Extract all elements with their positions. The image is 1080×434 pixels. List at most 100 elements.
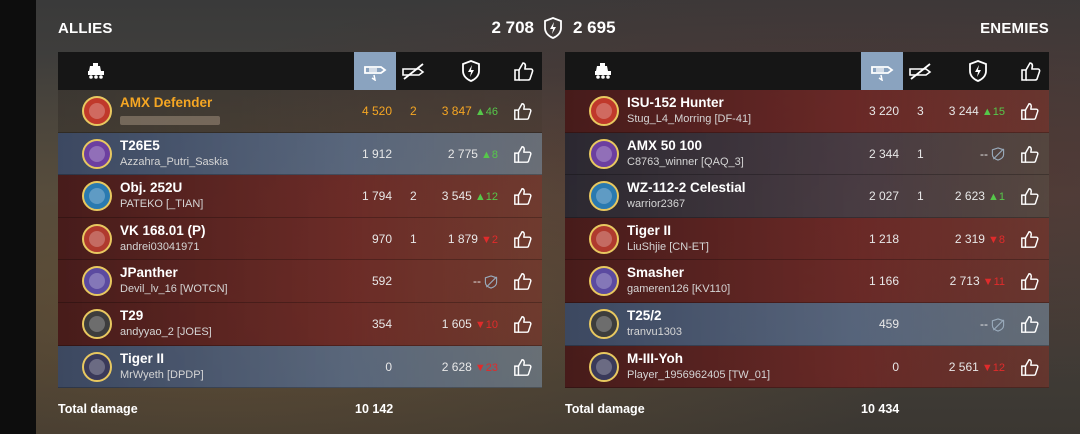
thumbs-up-icon[interactable] bbox=[513, 144, 533, 164]
rating-delta-value: 1 bbox=[998, 191, 1005, 204]
player-row[interactable]: AMX Defender 4 520 2 3 847 ▲46 bbox=[58, 90, 542, 133]
column-kills[interactable] bbox=[902, 52, 938, 90]
player-row[interactable]: T25/2 tranvu1303 459 -- bbox=[565, 302, 1049, 346]
tank-icon bbox=[88, 63, 104, 79]
player-row[interactable]: M-III-Yoh Player_1956962405 [TW_01] 0 2 561… bbox=[565, 345, 1049, 389]
rating-shield-icon bbox=[462, 60, 480, 82]
thumbs-up-icon[interactable] bbox=[1020, 101, 1040, 121]
rating-delta-value: 12 bbox=[992, 361, 1005, 374]
rating-delta-down: ▼2 bbox=[477, 233, 498, 246]
enemies-total-label: Total damage bbox=[565, 402, 645, 416]
damage-shell-icon bbox=[364, 66, 387, 81]
rating-cell: 2 775 ▲8 bbox=[448, 147, 498, 161]
thumbs-up-icon[interactable] bbox=[513, 229, 533, 249]
rating-cell: -- bbox=[473, 274, 498, 289]
rating-value: -- bbox=[980, 146, 988, 161]
rating-shield-icon bbox=[544, 17, 562, 39]
player-row[interactable]: JPanther Devil_lv_16 [WOTCN] 592 -- bbox=[58, 260, 542, 303]
player-row[interactable]: Tiger II LiuShjie [CN-ET] 1 218 2 319 ▼8 bbox=[565, 217, 1049, 261]
player-badge-icon bbox=[589, 138, 619, 169]
column-rating[interactable] bbox=[455, 52, 487, 90]
rating-delta-up: ▲46 bbox=[471, 106, 498, 118]
thumbs-up-icon[interactable] bbox=[513, 271, 533, 291]
rating-cell: -- bbox=[980, 147, 1005, 162]
player-name: PATEKO [_TIAN] bbox=[120, 198, 204, 211]
player-row[interactable]: Obj. 252U PATEKO [_TIAN] 1 794 2 3 545 ▲12 bbox=[58, 175, 542, 218]
column-damage[interactable] bbox=[861, 52, 903, 90]
damage-value: 354 bbox=[371, 316, 392, 331]
rating-cell: 1 605 ▼10 bbox=[442, 317, 498, 331]
column-header bbox=[58, 52, 542, 90]
player-name: C8763_winner [QAQ_3] bbox=[627, 155, 744, 168]
rating-cell: 2 623 ▲1 bbox=[955, 189, 1005, 203]
player-row[interactable]: T26E5 Azzahra_Putri_Saskia 1 912 2 775 ▲8 bbox=[58, 132, 542, 176]
rating-value: 2 713 bbox=[949, 274, 980, 289]
tank-name: Obj. 252U bbox=[120, 180, 183, 196]
no-rating-icon bbox=[991, 318, 1005, 332]
damage-value: 592 bbox=[371, 274, 392, 289]
tank-name: Tiger II bbox=[627, 222, 672, 238]
player-row[interactable]: Smasher gameren126 [KV110] 1 166 2 713 ▼11 bbox=[565, 260, 1049, 303]
player-badge-icon bbox=[589, 96, 619, 126]
rating-delta-value: 12 bbox=[485, 191, 498, 204]
thumbs-up-icon[interactable] bbox=[513, 357, 533, 377]
rating-cell: 2 713 ▼11 bbox=[950, 274, 1005, 288]
column-vehicle[interactable] bbox=[80, 52, 114, 90]
tank-icon bbox=[595, 63, 611, 79]
rating-delta-value: 15 bbox=[992, 106, 1005, 118]
thumbs-up-icon[interactable] bbox=[1020, 271, 1040, 291]
thumbs-up-icon[interactable] bbox=[513, 101, 533, 121]
rating-delta-down: ▼10 bbox=[471, 318, 498, 331]
kills-value: 2 bbox=[410, 189, 417, 204]
damage-value: 0 bbox=[385, 359, 392, 374]
player-row[interactable]: T29 andyyao_2 [JOES] 354 1 605 ▼10 bbox=[58, 302, 542, 346]
player-row[interactable]: ISU-152 Hunter Stug_L4_Morring [DF-41] 3 2… bbox=[565, 90, 1049, 133]
column-damage[interactable] bbox=[354, 52, 396, 90]
tank-name: Smasher bbox=[627, 265, 685, 281]
player-name: warrior2367 bbox=[627, 198, 686, 211]
column-vehicle[interactable] bbox=[587, 52, 621, 90]
column-kills[interactable] bbox=[395, 52, 431, 90]
player-name-hidden bbox=[120, 116, 220, 125]
player-badge-icon bbox=[82, 266, 112, 297]
enemies-title: ENEMIES bbox=[980, 20, 1049, 37]
tank-name: VK 168.01 (P) bbox=[120, 222, 206, 238]
allies-title: ALLIES bbox=[58, 20, 113, 37]
damage-value: 2 344 bbox=[868, 146, 899, 161]
player-row[interactable]: AMX 50 100 C8763_winner [QAQ_3] 2 344 1 -- bbox=[565, 132, 1049, 176]
player-badge-icon bbox=[82, 181, 112, 212]
thumbs-up-icon[interactable] bbox=[1020, 229, 1040, 249]
column-like[interactable] bbox=[1014, 52, 1048, 90]
player-row[interactable]: WZ-112-2 Celestial warrior2367 2 027 1 2 623… bbox=[565, 175, 1049, 218]
thumbs-up-icon[interactable] bbox=[1020, 144, 1040, 164]
player-badge-icon bbox=[589, 351, 619, 382]
column-rating[interactable] bbox=[962, 52, 994, 90]
column-header bbox=[565, 52, 1049, 90]
rating-delta-up: ▲15 bbox=[978, 106, 1005, 118]
player-badge-icon bbox=[589, 308, 619, 339]
damage-value: 0 bbox=[892, 359, 899, 374]
player-row[interactable]: Tiger II MrWyeth [DPDP] 0 2 628 ▼23 bbox=[58, 345, 542, 389]
column-like[interactable] bbox=[507, 52, 541, 90]
rating-delta-value: 11 bbox=[993, 276, 1005, 289]
rating-delta-value: 46 bbox=[485, 106, 498, 118]
player-badge-icon bbox=[589, 181, 619, 212]
tank-name: T25/2 bbox=[627, 307, 662, 323]
thumbs-up-icon[interactable] bbox=[1020, 357, 1040, 377]
rating-delta-value: 2 bbox=[491, 233, 498, 246]
tank-name: AMX Defender bbox=[120, 95, 213, 110]
rating-value: 2 561 bbox=[948, 359, 979, 374]
rating-value: 3 545 bbox=[441, 189, 472, 204]
rating-value: 2 775 bbox=[447, 146, 478, 161]
player-row[interactable]: VK 168.01 (P) andrei03041971 970 1 1 879 ▼2 bbox=[58, 217, 542, 261]
rating-cell: 2 561 ▼12 bbox=[949, 360, 1005, 374]
thumbs-up-icon[interactable] bbox=[1020, 186, 1040, 206]
destroyed-shell-icon bbox=[402, 63, 425, 80]
thumbs-up-icon[interactable] bbox=[513, 314, 533, 334]
thumbs-up-icon[interactable] bbox=[513, 186, 533, 206]
enemies-score: 2 695 bbox=[573, 18, 616, 37]
thumbs-up-icon[interactable] bbox=[1020, 314, 1040, 334]
rating-cell: 2 319 ▼8 bbox=[955, 232, 1005, 246]
no-rating-icon bbox=[991, 147, 1005, 162]
damage-value: 970 bbox=[371, 231, 392, 246]
